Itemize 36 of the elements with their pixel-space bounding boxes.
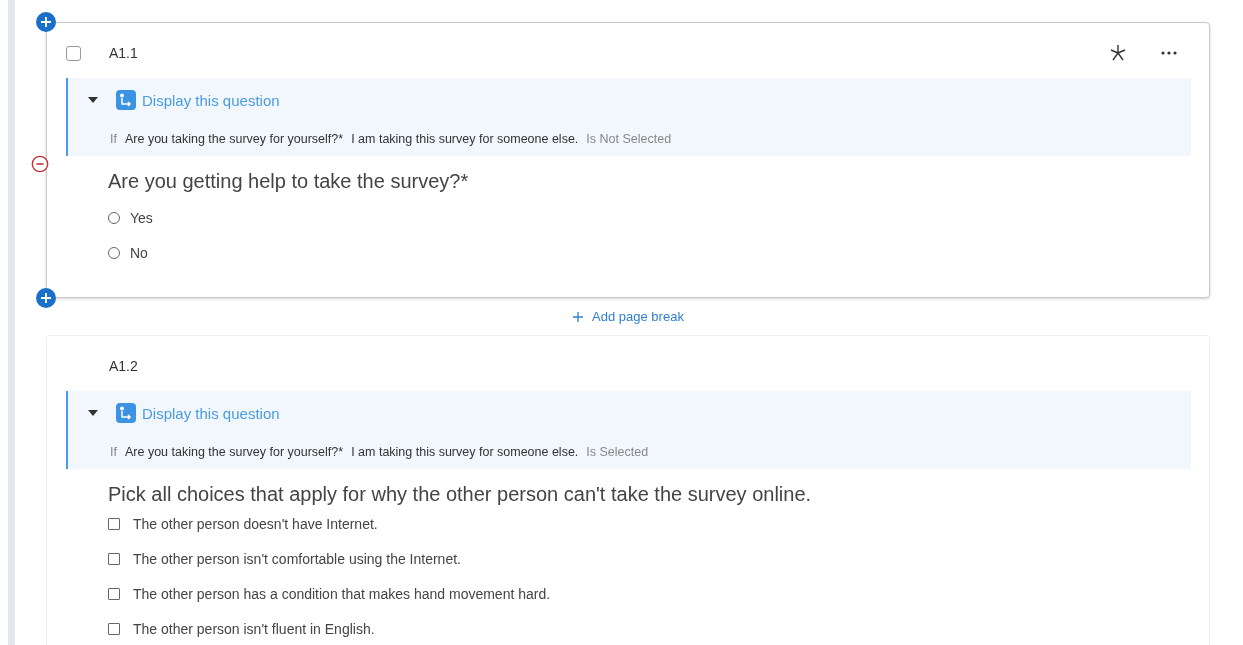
condition-choice: I am taking this survey for someone else. <box>351 445 579 460</box>
display-logic-link[interactable]: Display this question <box>142 91 280 109</box>
branch-icon <box>116 90 136 110</box>
add-icon[interactable] <box>36 288 56 308</box>
choice-label: The other person isn't fluent in English. <box>133 621 375 637</box>
asterisk-icon[interactable] <box>1109 44 1127 62</box>
add-icon[interactable] <box>36 12 56 32</box>
condition-operator: Is Selected <box>586 445 649 460</box>
choice-label: The other person doesn't have Internet. <box>133 516 378 532</box>
question-label: A1.1 <box>109 45 138 61</box>
more-icon[interactable] <box>1161 51 1177 55</box>
choice-label: The other person isn't comfortable using the Internet. <box>133 551 461 567</box>
choice-label: The other person has a condition that makes hand movement hard. <box>133 586 551 602</box>
condition-prefix: If <box>110 445 117 460</box>
checkbox[interactable] <box>108 518 120 530</box>
question-text: Are you getting help to take the survey?* <box>108 170 470 193</box>
condition-choice: I am taking this survey for someone else. <box>351 132 579 147</box>
remove-icon[interactable] <box>31 155 49 173</box>
condition-operator: Is Not Selected <box>586 132 672 147</box>
question-text: Pick all choices that apply for why the other person can't take the survey online. <box>108 483 813 506</box>
add-page-break-link[interactable]: Add page break <box>572 309 684 324</box>
condition-question: Are you taking the survey for yourself?* <box>124 132 344 147</box>
choice-label: No <box>130 245 148 261</box>
choice-label: Yes <box>130 210 153 226</box>
caret-icon[interactable] <box>88 410 98 416</box>
caret-icon[interactable] <box>88 97 98 103</box>
checkbox[interactable] <box>108 588 120 600</box>
condition-question: Are you taking the survey for yourself?* <box>124 445 344 460</box>
checkbox[interactable] <box>108 623 120 635</box>
condition-prefix: If <box>110 132 117 147</box>
checkbox[interactable] <box>108 553 120 565</box>
display-logic-link[interactable]: Display this question <box>142 404 280 422</box>
plus-icon[interactable] <box>572 310 585 323</box>
branch-icon <box>116 403 136 423</box>
question-label: A1.2 <box>109 358 138 374</box>
select-checkbox[interactable] <box>66 45 81 61</box>
